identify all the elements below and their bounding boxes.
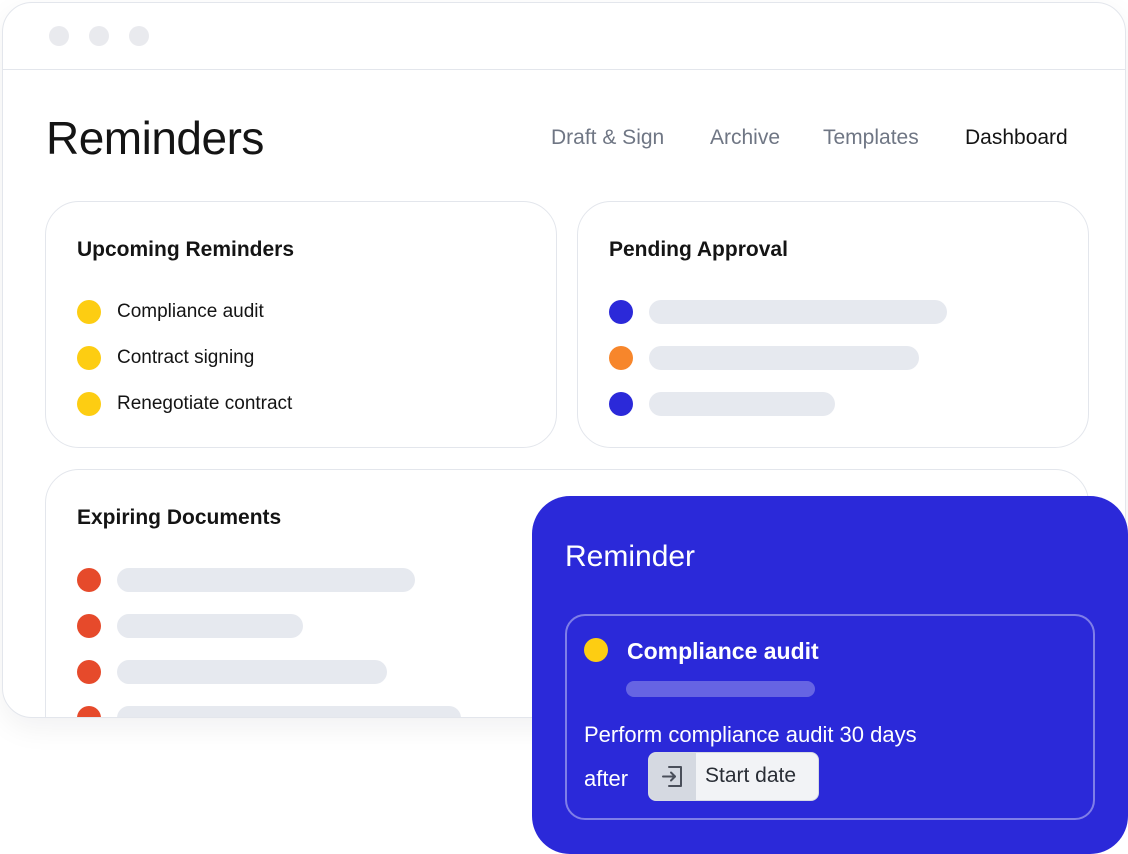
status-dot xyxy=(609,300,633,324)
card-title: Upcoming Reminders xyxy=(77,238,295,261)
status-dot xyxy=(77,300,101,324)
popup-title: Reminder xyxy=(565,540,696,573)
placeholder-bar xyxy=(649,392,835,416)
placeholder-bar xyxy=(117,660,387,684)
window-control-dot[interactable] xyxy=(129,26,149,46)
window-titlebar xyxy=(3,3,1125,70)
list-item-label: Renegotiate contract xyxy=(117,393,293,414)
nav-item-templates[interactable]: Templates xyxy=(823,126,919,150)
reminder-description-continued: after xyxy=(584,766,629,791)
status-dot xyxy=(77,614,101,638)
page-title: Reminders xyxy=(46,112,264,164)
placeholder-bar xyxy=(649,346,919,370)
status-dot xyxy=(77,392,101,416)
start-date-chip[interactable]: Start date xyxy=(648,752,819,801)
window-control-dot[interactable] xyxy=(89,26,109,46)
status-dot xyxy=(77,660,101,684)
status-dot xyxy=(584,638,608,662)
nav-item-draft-sign[interactable]: Draft & Sign xyxy=(551,126,664,150)
reminder-detail-card[interactable]: Compliance audit Perform compliance audi… xyxy=(565,614,1095,820)
card-title: Expiring Documents xyxy=(77,506,282,529)
status-dot xyxy=(77,346,101,370)
enter-icon xyxy=(649,753,696,800)
reminder-title: Compliance audit xyxy=(627,638,819,664)
status-dot xyxy=(609,346,633,370)
list-item-label: Contract signing xyxy=(117,347,255,368)
list-item-label: Compliance audit xyxy=(117,301,264,322)
nav-item-archive[interactable]: Archive xyxy=(710,126,780,150)
status-dot xyxy=(77,568,101,592)
chip-label: Start date xyxy=(705,764,797,787)
status-dot xyxy=(77,706,101,717)
placeholder-bar xyxy=(649,300,947,324)
card-title: Pending Approval xyxy=(609,238,788,261)
pending-approval-card: Pending Approval xyxy=(577,201,1089,448)
placeholder-bar xyxy=(626,681,815,697)
window-control-dot[interactable] xyxy=(49,26,69,46)
placeholder-bar xyxy=(117,568,415,592)
placeholder-bar xyxy=(117,706,461,717)
reminder-description: Perform compliance audit 30 days xyxy=(584,722,917,747)
nav-item-dashboard[interactable]: Dashboard xyxy=(965,126,1068,150)
status-dot xyxy=(609,392,633,416)
placeholder-bar xyxy=(117,614,303,638)
reminder-popup: Reminder Compliance audit Perform compli… xyxy=(532,496,1128,854)
upcoming-reminders-card: Upcoming Reminders Compliance audit Cont… xyxy=(45,201,557,448)
